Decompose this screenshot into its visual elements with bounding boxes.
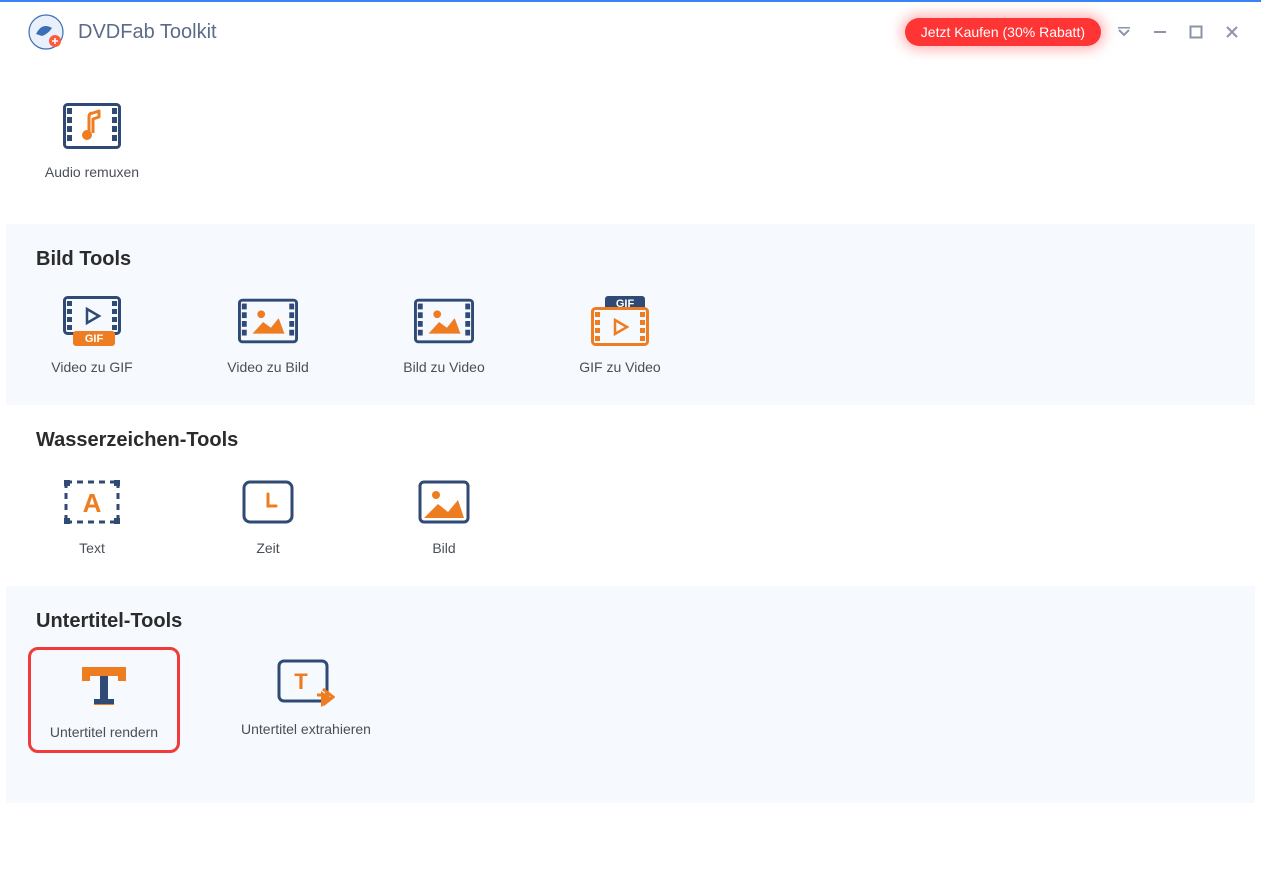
close-icon[interactable] [1223,23,1241,41]
clock-icon [238,478,298,526]
tool-audio-remuxen[interactable]: Audio remuxen [36,102,148,180]
text-export-icon: T [276,659,336,707]
tool-label: Text [79,540,105,556]
app-title: DVDFab Toolkit [78,21,217,44]
tool-video-zu-bild[interactable]: Video zu Bild [212,297,324,375]
image-icon [414,478,474,526]
tool-watermark-time[interactable]: Zeit [212,478,324,556]
tool-label: Video zu GIF [51,359,132,375]
section-audio: Audio remuxen [6,62,1255,224]
minimize-icon[interactable] [1151,23,1169,41]
tool-label: GIF zu Video [579,359,660,375]
maximize-icon[interactable] [1187,23,1205,41]
tool-label: Audio remuxen [45,164,139,180]
buy-now-button[interactable]: Jetzt Kaufen (30% Rabatt) [905,18,1101,46]
film-gif-icon: GIF [62,297,122,345]
svg-text:GIF: GIF [85,333,104,345]
section-title-wasserzeichen: Wasserzeichen-Tools [36,429,1225,452]
window-controls [1115,23,1241,41]
section-untertitel: Untertitel-Tools Untert [6,586,1255,803]
gif-film-icon: GIF [590,297,650,345]
tool-label: Zeit [256,540,279,556]
film-image-icon [414,297,474,345]
app-logo-icon [28,14,64,50]
film-audio-icon [62,102,122,150]
tool-watermark-text[interactable]: A Text [36,478,148,556]
section-title-bild: Bild Tools [36,248,1225,271]
section-bild-tools: Bild Tools GIF Video zu GIF [6,224,1255,405]
svg-text:A: A [83,488,102,518]
tool-label: Untertitel rendern [50,724,158,740]
tool-label: Bild [432,540,455,556]
tool-label: Bild zu Video [403,359,484,375]
section-wasserzeichen: Wasserzeichen-Tools A Text [6,405,1255,586]
text-t-icon [74,662,134,710]
svg-text:T: T [294,669,308,694]
tool-video-zu-gif[interactable]: GIF Video zu GIF [36,297,148,375]
tool-untertitel-extrahieren[interactable]: T Untertitel extrahieren [236,659,376,743]
section-title-untertitel: Untertitel-Tools [36,610,1225,633]
film-image-icon [238,297,298,345]
tool-watermark-image[interactable]: Bild [388,478,500,556]
tool-label: Untertitel extrahieren [241,721,371,737]
tool-untertitel-rendern[interactable]: Untertitel rendern [28,647,180,753]
main-content: Audio remuxen Bild Tools GIF Video zu GI… [0,62,1261,877]
titlebar: DVDFab Toolkit Jetzt Kaufen (30% Rabatt) [0,2,1261,62]
tool-gif-zu-video[interactable]: GIF GIF zu Video [564,297,676,375]
text-select-icon: A [62,478,122,526]
tool-bild-zu-video[interactable]: Bild zu Video [388,297,500,375]
tool-label: Video zu Bild [227,359,308,375]
dropdown-icon[interactable] [1115,23,1133,41]
